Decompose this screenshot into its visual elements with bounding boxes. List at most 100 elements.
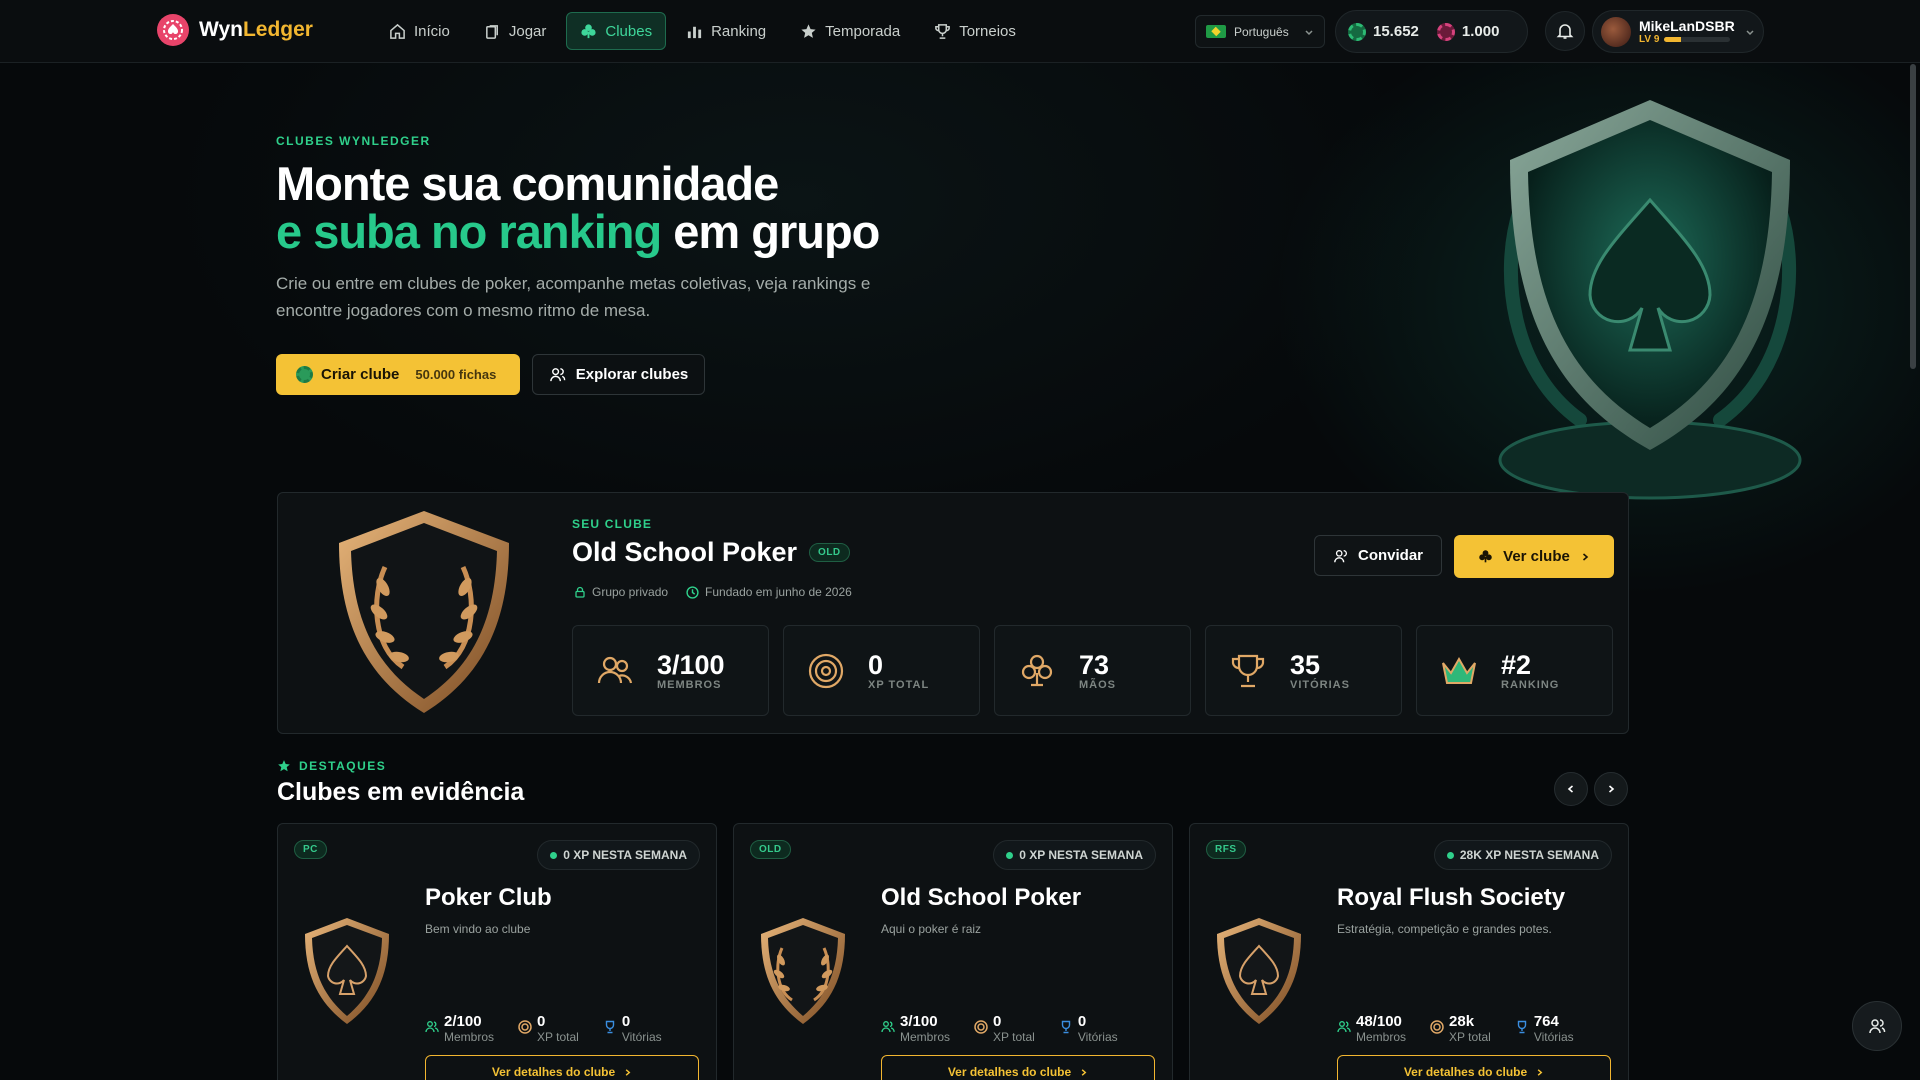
club-emblem-spade <box>1217 918 1301 1024</box>
top-navbar: WynLedger Início Jogar Clubes Ranking Te… <box>0 0 1920 63</box>
chevron-right-icon <box>625 1068 631 1076</box>
hero-eyebrow: CLUBES WYNLEDGER <box>276 134 431 148</box>
featured-title: Clubes em evidência <box>277 778 525 806</box>
featured-clubs-list: PC 0 XP NESTA SEMANA Poker Club Bem vind… <box>277 823 1629 1080</box>
username: MikeLanDSBR <box>1639 18 1735 34</box>
trophy-icon <box>1061 1020 1071 1034</box>
club-description: Aqui o poker é raiz <box>881 922 982 936</box>
club-name: Royal Flush Society <box>1337 884 1566 911</box>
stat-ranking: #2 RANKING <box>1416 625 1613 716</box>
club-emblem-spade <box>305 918 389 1024</box>
club-description: Estratégia, competição e grandes potes. <box>1337 922 1552 936</box>
logo-text: WynLedger <box>199 18 313 41</box>
chevron-left-icon <box>1567 785 1574 793</box>
view-club-button[interactable]: Ver clube <box>1454 535 1614 578</box>
nav-item-temporada[interactable]: Temporada <box>786 12 914 50</box>
my-club-stats: 3/100 MEMBROS 0 XP TOTAL 73 MÃOS 35 VITÓRIAS… <box>572 625 1613 716</box>
club-details-button[interactable]: Ver detalhes do clube <box>881 1055 1155 1080</box>
club-details-button[interactable]: Ver detalhes do clube <box>425 1055 699 1080</box>
users-icon <box>1869 1019 1886 1034</box>
members-icon <box>425 1021 439 1033</box>
avatar <box>1601 16 1631 47</box>
nav-item-torneios[interactable]: Torneios <box>920 12 1030 50</box>
trophy-icon <box>605 1020 615 1034</box>
page-scrollbar[interactable] <box>1910 64 1916 369</box>
club-stats: 3/100 Membros 0 XP total 0 Vitórias <box>881 1014 1118 1044</box>
my-club-name: Old School Poker OLD <box>572 537 850 568</box>
club-tag-badge: OLD <box>809 543 850 562</box>
club-icon <box>581 23 596 38</box>
trophy-icon <box>1231 654 1265 687</box>
chevron-right-icon <box>1537 1068 1543 1076</box>
club-card: PC 0 XP NESTA SEMANA Poker Club Bem vind… <box>277 823 717 1080</box>
chevron-right-icon <box>1608 785 1615 793</box>
club-description: Bem vindo ao clube <box>425 922 531 936</box>
stat-xp-total: 0 XP TOTAL <box>783 625 980 716</box>
chips-icon <box>1348 22 1366 41</box>
invite-button[interactable]: Convidar <box>1314 535 1442 576</box>
crown-icon <box>1442 656 1476 684</box>
club-emblem-laurel <box>339 511 509 713</box>
target-icon <box>808 653 844 688</box>
club-stats: 48/100 Membros 28k XP total 764 Vitórias <box>1337 1014 1574 1044</box>
chevron-down-icon <box>1305 29 1313 35</box>
my-club-panel: SEU CLUBE Old School Poker OLD Grupo pri… <box>277 492 1629 734</box>
club-card: RFS 28K XP NESTA SEMANA Royal Flush Soci… <box>1189 823 1629 1080</box>
club-icon <box>1479 550 1492 563</box>
chips-icon <box>296 366 313 383</box>
wallet-balance[interactable]: 15.652 1.000 <box>1335 10 1528 53</box>
logo[interactable]: WynLedger <box>157 14 313 46</box>
create-club-button[interactable]: Criar clube 50.000 fichas <box>276 354 520 395</box>
lock-icon <box>575 586 585 598</box>
members-icon <box>1337 1021 1351 1033</box>
notifications-button[interactable] <box>1545 11 1585 51</box>
chevron-right-icon <box>1081 1068 1087 1076</box>
carousel-prev-button[interactable] <box>1554 772 1588 806</box>
hero-subtitle: Crie ou entre em clubes de poker, acompa… <box>276 274 871 320</box>
club-tag-badge: PC <box>294 840 327 859</box>
weekly-xp-badge: 0 XP NESTA SEMANA <box>993 840 1156 870</box>
add-user-icon <box>1334 549 1347 562</box>
weekly-xp-badge: 0 XP NESTA SEMANA <box>537 840 700 870</box>
community-fab-button[interactable] <box>1852 1001 1902 1051</box>
club-tag-badge: OLD <box>750 840 791 859</box>
club-details-button[interactable]: Ver detalhes do clube <box>1337 1055 1611 1080</box>
main-nav: Início Jogar Clubes Ranking Temporada To… <box>375 12 1030 50</box>
xp-progress-bar <box>1664 37 1731 42</box>
chevron-right-icon <box>1582 552 1589 561</box>
coin-icon <box>1430 1020 1444 1034</box>
brazil-flag-icon <box>1206 25 1226 38</box>
nav-item-jogar[interactable]: Jogar <box>470 12 561 50</box>
weekly-xp-badge: 28K XP NESTA SEMANA <box>1433 840 1612 870</box>
nav-item-ranking[interactable]: Ranking <box>672 12 780 50</box>
star-icon <box>801 23 816 38</box>
featured-eyebrow: DESTAQUES <box>277 759 386 773</box>
user-menu[interactable]: MikeLanDSBR LV 9 <box>1592 10 1764 53</box>
club-suit-icon <box>1021 654 1053 686</box>
chevron-down-icon <box>1746 29 1754 35</box>
club-emblem-laurel <box>761 918 845 1024</box>
stat-hands: 73 MÃOS <box>994 625 1191 716</box>
members-icon <box>597 656 633 683</box>
logo-icon <box>157 14 189 46</box>
stat-wins: 35 VITÓRIAS <box>1205 625 1402 716</box>
members-icon <box>881 1021 895 1033</box>
club-name: Old School Poker <box>881 884 1082 911</box>
user-level: LV 9 <box>1639 34 1660 45</box>
bar-chart-icon <box>687 26 702 38</box>
nav-item-clubes[interactable]: Clubes <box>566 12 667 50</box>
nav-item-inicio[interactable]: Início <box>375 12 464 50</box>
cards-icon <box>485 24 498 39</box>
home-icon <box>390 23 405 39</box>
coin-icon <box>518 1020 532 1034</box>
club-name: Poker Club <box>425 884 552 911</box>
trophy-icon <box>935 23 951 39</box>
trophy-icon <box>1517 1020 1527 1034</box>
hero-shield-illustration <box>1498 100 1802 500</box>
hero-title: Monte sua comunidade e suba no ranking e… <box>276 157 880 258</box>
my-club-eyebrow: SEU CLUBE <box>572 517 653 531</box>
stat-members: 3/100 MEMBROS <box>572 625 769 716</box>
carousel-next-button[interactable] <box>1594 772 1628 806</box>
language-selector[interactable]: Português <box>1195 15 1325 48</box>
explore-clubs-button[interactable]: Explorar clubes <box>532 354 705 395</box>
